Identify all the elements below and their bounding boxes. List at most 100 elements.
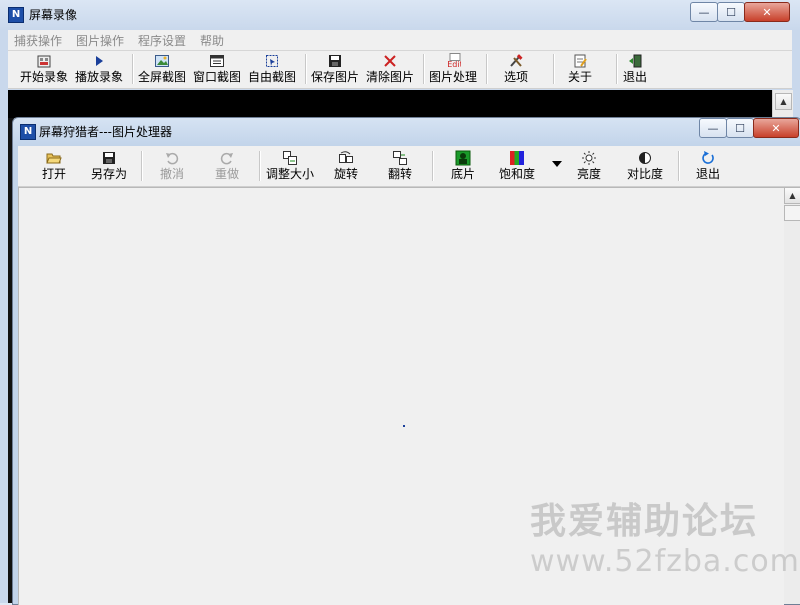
undo-icon bbox=[164, 150, 180, 166]
toolbar-separator bbox=[486, 54, 488, 84]
close-icon: ✕ bbox=[762, 5, 772, 19]
saturation-dropdown-arrow[interactable] bbox=[549, 156, 565, 172]
about-label: 关于 bbox=[568, 70, 593, 84]
fullscreen-capture-label: 全屏截图 bbox=[138, 70, 187, 84]
svg-text:Edit: Edit bbox=[447, 60, 461, 69]
maximize-icon: ☐ bbox=[735, 121, 745, 135]
play-record-button[interactable]: 播放录象 bbox=[75, 53, 123, 84]
exit-door-icon bbox=[627, 53, 643, 69]
minimize-button[interactable]: — bbox=[690, 2, 718, 22]
notepad-icon bbox=[572, 53, 588, 69]
canvas-pixel bbox=[403, 425, 405, 427]
processor-minimize-button[interactable]: — bbox=[699, 118, 727, 138]
menu-image[interactable]: 图片操作 bbox=[76, 32, 124, 49]
fullscreen-capture-button[interactable]: 全屏截图 bbox=[138, 53, 186, 84]
toolbar-separator bbox=[432, 151, 434, 181]
toolbar-separator bbox=[678, 151, 680, 181]
start-record-label: 开始录象 bbox=[20, 70, 69, 84]
redo-button[interactable]: 重做 bbox=[215, 150, 239, 181]
maximize-button[interactable]: ☐ bbox=[717, 2, 745, 22]
toolbar-separator bbox=[553, 54, 555, 84]
capture-preview-area bbox=[8, 90, 772, 118]
resize-label: 调整大小 bbox=[266, 167, 315, 181]
folder-open-icon bbox=[46, 150, 62, 166]
selection-icon bbox=[264, 53, 280, 69]
open-label: 打开 bbox=[42, 167, 67, 181]
window-capture-label: 窗口截图 bbox=[193, 70, 242, 84]
toolbar-separator bbox=[305, 54, 307, 84]
watermark-url: www.52fzba.com bbox=[530, 544, 800, 579]
scroll-up-arrow-icon[interactable]: ▲ bbox=[775, 93, 792, 110]
brightness-button[interactable]: 亮度 bbox=[577, 150, 601, 181]
negative-button[interactable]: 底片 bbox=[451, 150, 475, 181]
menu-help[interactable]: 帮助 bbox=[200, 32, 224, 49]
scroll-up-arrow-icon[interactable]: ▲ bbox=[784, 187, 800, 204]
play-record-label: 播放录象 bbox=[75, 70, 124, 84]
menu-settings[interactable]: 程序设置 bbox=[138, 32, 186, 49]
save-as-button[interactable]: 另存为 bbox=[91, 150, 127, 181]
app-icon: N bbox=[8, 7, 24, 23]
clear-image-label: 清除图片 bbox=[366, 70, 415, 84]
about-button[interactable]: 关于 bbox=[568, 53, 592, 84]
delete-icon bbox=[382, 53, 398, 69]
refresh-exit-icon bbox=[700, 150, 716, 166]
close-button[interactable]: ✕ bbox=[744, 2, 790, 22]
redo-label: 重做 bbox=[215, 167, 240, 181]
rotate-icon bbox=[338, 150, 354, 166]
menu-capture[interactable]: 捕获操作 bbox=[14, 32, 62, 49]
exit-button[interactable]: 退出 bbox=[623, 53, 647, 84]
contrast-label: 对比度 bbox=[627, 167, 664, 181]
saturation-label: 饱和度 bbox=[499, 167, 536, 181]
toolbar-separator bbox=[259, 151, 261, 181]
window-icon bbox=[209, 53, 225, 69]
window-capture-button[interactable]: 窗口截图 bbox=[193, 53, 241, 84]
flip-label: 翻转 bbox=[388, 167, 413, 181]
tools-icon bbox=[508, 53, 524, 69]
options-label: 选项 bbox=[504, 70, 529, 84]
processor-exit-button[interactable]: 退出 bbox=[696, 150, 720, 181]
brightness-label: 亮度 bbox=[577, 167, 602, 181]
start-record-button[interactable]: 开始录象 bbox=[20, 53, 68, 84]
rotate-label: 旋转 bbox=[334, 167, 359, 181]
image-process-button[interactable]: Edit 图片处理 bbox=[429, 53, 477, 84]
watermark-text: 我爱辅助论坛 bbox=[530, 501, 759, 542]
contrast-button[interactable]: 对比度 bbox=[627, 150, 663, 181]
maximize-icon: ☐ bbox=[726, 5, 736, 19]
scroll-thumb[interactable] bbox=[784, 205, 800, 221]
minimize-icon: — bbox=[698, 5, 710, 19]
negative-label: 底片 bbox=[451, 167, 476, 181]
processor-close-button[interactable]: ✕ bbox=[753, 118, 799, 138]
main-toolbar: 开始录象 播放录象 全屏截图 窗口截图 自由截图 保存图片 清除图片 Edi 图… bbox=[8, 51, 792, 89]
processor-vertical-scrollbar[interactable]: ▲ bbox=[784, 187, 800, 604]
free-capture-button[interactable]: 自由截图 bbox=[248, 53, 296, 84]
processor-toolbar: 打开 另存为 撤消 重做 调整大小 旋转 翻转 底片 饱和度 亮度 对比度 退出 bbox=[18, 146, 800, 187]
save-image-label: 保存图片 bbox=[311, 70, 360, 84]
save-icon bbox=[327, 53, 343, 69]
processor-title-bar[interactable]: N 屏幕狩猎者---图片处理器 — ☐ ✕ bbox=[13, 118, 800, 144]
menu-bar: 捕获操作 图片操作 程序设置 帮助 bbox=[8, 30, 792, 51]
clear-image-button[interactable]: 清除图片 bbox=[366, 53, 414, 84]
resize-button[interactable]: 调整大小 bbox=[266, 150, 314, 181]
processor-maximize-button[interactable]: ☐ bbox=[726, 118, 754, 138]
save-image-button[interactable]: 保存图片 bbox=[311, 53, 359, 84]
sun-icon bbox=[581, 150, 597, 166]
negative-icon bbox=[455, 150, 471, 166]
save-icon bbox=[101, 150, 117, 166]
toolbar-separator bbox=[423, 54, 425, 84]
exit-label: 退出 bbox=[623, 70, 648, 84]
edit-icon: Edit bbox=[445, 53, 461, 69]
close-icon: ✕ bbox=[771, 121, 781, 135]
flip-button[interactable]: 翻转 bbox=[388, 150, 412, 181]
window-title: 屏幕录像 bbox=[29, 8, 78, 22]
toolbar-separator bbox=[141, 151, 143, 181]
saturation-button[interactable]: 饱和度 bbox=[499, 150, 535, 181]
main-title-bar[interactable]: N 屏幕录像 — ☐ ✕ bbox=[0, 0, 800, 28]
rotate-button[interactable]: 旋转 bbox=[334, 150, 358, 181]
save-as-label: 另存为 bbox=[91, 167, 128, 181]
options-button[interactable]: 选项 bbox=[504, 53, 528, 84]
undo-button[interactable]: 撤消 bbox=[160, 150, 184, 181]
undo-label: 撤消 bbox=[160, 167, 185, 181]
processor-window-title: 屏幕狩猎者---图片处理器 bbox=[39, 125, 172, 139]
processor-app-icon: N bbox=[20, 124, 36, 140]
open-button[interactable]: 打开 bbox=[42, 150, 66, 181]
